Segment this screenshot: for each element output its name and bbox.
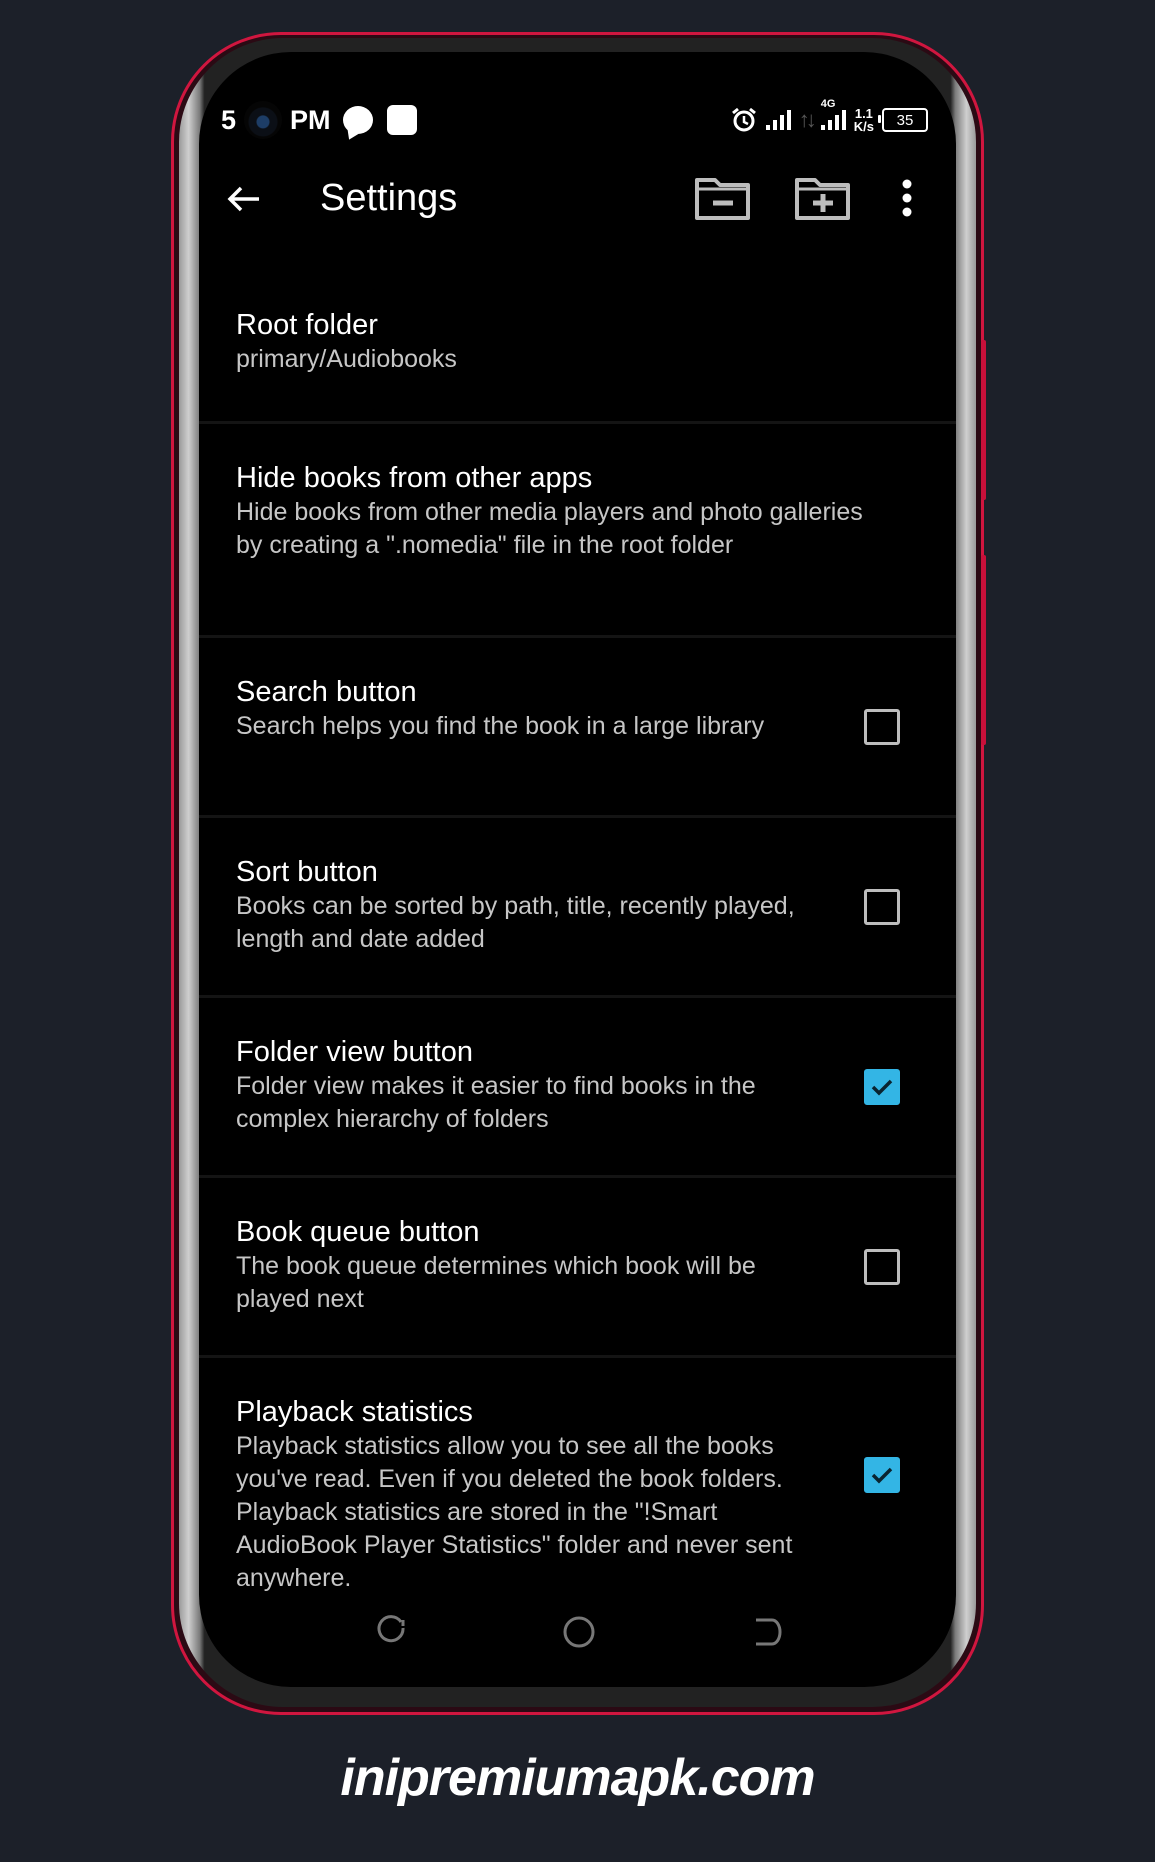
status-right: ↑↓ 4G 1.1 K/s 35 — [730, 98, 928, 142]
alarm-icon — [731, 107, 756, 132]
watermark: inipremiumapk.com — [340, 1749, 815, 1807]
pref-playback-statistics[interactable]: Playback statistics Playback statistics … — [199, 1358, 956, 1608]
phone-frame: 5 PM ↑↓ 4G 1.1 K/s 35 Settings Root fold… — [171, 32, 986, 1715]
network-speed: 1.1 K/s — [853, 106, 874, 134]
clock-hour: 5 — [221, 104, 237, 135]
pref-summary: Books can be sorted by path, title, rece… — [236, 892, 795, 953]
signal-icon — [765, 110, 791, 130]
pref-summary: Search helps you find the book in a larg… — [236, 712, 765, 740]
more-vert-icon[interactable] — [895, 174, 919, 222]
sort-button-checkbox[interactable] — [864, 888, 900, 925]
data-arrows-icon: ↑↓ — [798, 107, 817, 132]
recents-icon[interactable] — [373, 1612, 413, 1652]
notification-square-icon — [386, 105, 417, 135]
book-queue-button-checkbox[interactable] — [864, 1248, 900, 1285]
home-icon[interactable] — [559, 1612, 599, 1652]
power-button — [981, 555, 986, 745]
phone-bezel: 5 PM ↑↓ 4G 1.1 K/s 35 Settings Root fold… — [179, 38, 976, 1707]
pref-hide-books[interactable]: Hide books from other apps Hide books fr… — [199, 424, 956, 638]
chat-bubble-icon — [342, 106, 373, 134]
toolbar: Settings — [199, 164, 956, 234]
volume-button — [981, 340, 986, 500]
pref-summary: The book queue determines which book wil… — [236, 1252, 756, 1313]
pref-title: Hide books from other apps — [236, 462, 593, 494]
pref-title: Folder view button — [236, 1036, 473, 1068]
pref-summary: Playback statistics allow you to see all… — [236, 1432, 793, 1592]
folder-view-button-checkbox[interactable] — [864, 1068, 900, 1105]
pref-title: Playback statistics — [236, 1396, 473, 1428]
pref-folder-view-button[interactable]: Folder view button Folder view makes it … — [199, 998, 956, 1178]
battery-level: 35 — [896, 111, 914, 129]
pref-search-button[interactable]: Search button Search helps you find the … — [199, 638, 956, 818]
pref-title: Book queue button — [236, 1216, 480, 1248]
pref-root-folder[interactable]: Root folder primary/Audiobooks — [199, 270, 956, 424]
camera-hole — [244, 101, 283, 139]
battery-icon: 35 — [878, 108, 928, 132]
playback-statistics-checkbox[interactable] — [864, 1457, 900, 1493]
pref-sort-button[interactable]: Sort button Books can be sorted by path,… — [199, 818, 956, 998]
pref-title: Sort button — [236, 856, 378, 888]
navigation-bar — [199, 1612, 956, 1662]
pref-book-queue-button[interactable]: Book queue button The book queue determi… — [199, 1178, 956, 1358]
status-bar: 5 PM ↑↓ 4G 1.1 K/s 35 — [199, 98, 956, 142]
screen: 5 PM ↑↓ 4G 1.1 K/s 35 Settings Root fold… — [199, 52, 956, 1687]
back-icon[interactable] — [746, 1612, 786, 1652]
back-arrow-icon[interactable] — [221, 176, 267, 222]
page-title: Settings — [320, 177, 458, 219]
status-left: 5 PM — [221, 98, 417, 142]
pref-summary: Folder view makes it easier to find book… — [236, 1072, 756, 1133]
pref-title: Search button — [236, 676, 417, 708]
pref-title: Root folder — [236, 309, 378, 341]
signal-4g-icon: 4G — [820, 98, 846, 130]
search-button-checkbox[interactable] — [864, 708, 900, 745]
pref-summary: Hide books from other media players and … — [236, 498, 863, 559]
clock-period: PM — [290, 104, 331, 135]
pref-summary: primary/Audiobooks — [236, 345, 457, 373]
folder-add-icon[interactable] — [793, 174, 853, 222]
folder-remove-icon[interactable] — [693, 174, 753, 222]
settings-list: Root folder primary/Audiobooks Hide book… — [199, 270, 956, 1608]
